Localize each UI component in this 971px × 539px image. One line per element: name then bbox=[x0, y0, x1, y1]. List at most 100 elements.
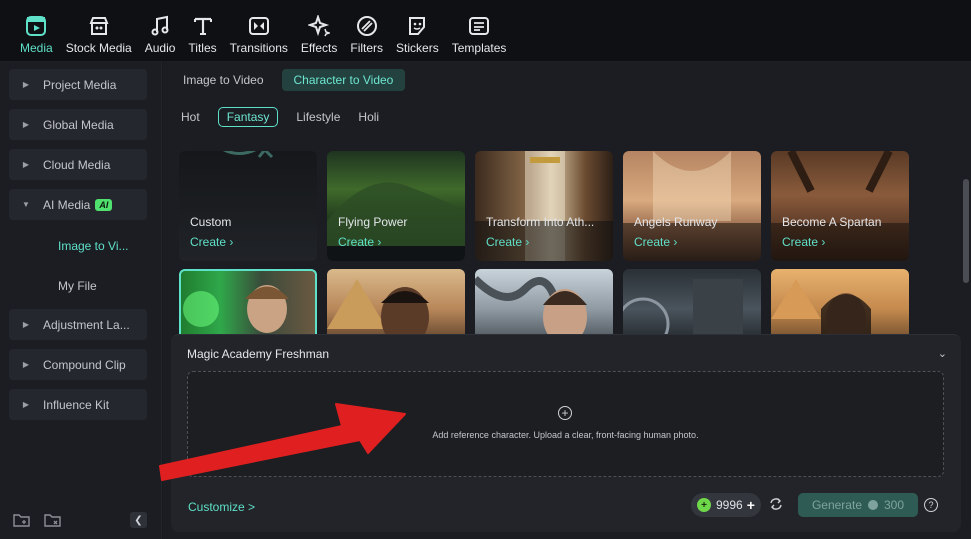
collapse-sidebar-button[interactable]: ❮ bbox=[130, 512, 147, 528]
sidebar-item-label: Influence Kit bbox=[43, 397, 110, 412]
toolbar-audio[interactable]: Audio bbox=[144, 0, 176, 55]
caret-right-icon: ▶ bbox=[22, 360, 30, 369]
generate-cost: 300 bbox=[884, 498, 905, 512]
upload-hint: Add reference character. Upload a clear,… bbox=[432, 430, 699, 440]
store-icon bbox=[89, 17, 109, 35]
sidebar-item-label: Global Media bbox=[43, 117, 114, 132]
caret-right-icon: ▶ bbox=[22, 120, 30, 129]
toolbar-label: Stock Media bbox=[65, 41, 132, 55]
sidebar: ▶ Project Media ▶ Global Media ▶ Cloud M… bbox=[0, 61, 162, 539]
tab-character-to-video[interactable]: Character to Video bbox=[281, 69, 406, 91]
card-title: Become A Spartan bbox=[782, 215, 882, 229]
card-create-link[interactable]: Create › bbox=[486, 235, 529, 249]
sidebar-item-label: Compound Clip bbox=[43, 357, 126, 372]
toolbar-titles[interactable]: Titles bbox=[188, 0, 217, 55]
toolbar-label: Media bbox=[20, 41, 53, 55]
toolbar-media[interactable]: Media bbox=[20, 0, 53, 55]
toolbar-label: Effects bbox=[300, 41, 338, 55]
card-create-link[interactable]: Create › bbox=[338, 235, 381, 249]
scrollbar-thumb[interactable] bbox=[963, 179, 969, 283]
sidebar-sub-image-to-video[interactable]: Image to Vi... bbox=[58, 239, 128, 253]
credits-value: 9996 bbox=[716, 498, 743, 512]
toolbar-effects[interactable]: Effects bbox=[301, 0, 337, 55]
sidebar-item-influence-kit[interactable]: ▶ Influence Kit bbox=[9, 389, 147, 420]
toolbar-label: Stickers bbox=[396, 41, 439, 55]
template-icon bbox=[469, 17, 490, 35]
chevron-down-icon[interactable]: ⌄ bbox=[938, 347, 947, 360]
toolbar-filters[interactable]: Filters bbox=[350, 0, 383, 55]
toolbar-label: Filters bbox=[350, 41, 384, 55]
refresh-icon[interactable] bbox=[769, 497, 783, 511]
sidebar-item-project-media[interactable]: ▶ Project Media bbox=[9, 69, 147, 100]
generate-button[interactable]: Generate 300 bbox=[798, 493, 918, 517]
sidebar-item-compound-clip[interactable]: ▶ Compound Clip bbox=[9, 349, 147, 380]
sidebar-footer bbox=[13, 512, 61, 527]
caret-down-icon: ▼ bbox=[22, 200, 30, 209]
tab-image-to-video[interactable]: Image to Video bbox=[171, 69, 276, 91]
card-create-link[interactable]: Create › bbox=[190, 235, 233, 249]
sidebar-item-label: Adjustment La... bbox=[43, 317, 130, 332]
card-thumbnail bbox=[222, 151, 274, 159]
customize-link[interactable]: Customize > bbox=[188, 500, 255, 514]
sidebar-item-label: Project Media bbox=[43, 77, 117, 92]
caret-right-icon: ▶ bbox=[22, 160, 30, 169]
card-title: Flying Power bbox=[338, 215, 408, 229]
filter-icon bbox=[356, 16, 377, 36]
card-title: Custom bbox=[190, 215, 232, 229]
card-create-link[interactable]: Create › bbox=[782, 235, 825, 249]
help-icon[interactable]: ? bbox=[924, 498, 938, 512]
toolbar-stickers[interactable]: Stickers bbox=[396, 0, 439, 55]
chip-fantasy[interactable]: Fantasy bbox=[217, 107, 279, 127]
sidebar-item-adjustment-layer[interactable]: ▶ Adjustment La... bbox=[9, 309, 147, 340]
chip-holi[interactable]: Holi bbox=[358, 110, 379, 124]
chip-hot[interactable]: Hot bbox=[181, 110, 200, 124]
toolbar-label: Transitions bbox=[229, 41, 288, 55]
sidebar-item-label: Cloud Media bbox=[43, 157, 111, 172]
sidebar-item-ai-media[interactable]: ▼ AI Media AI bbox=[9, 189, 147, 220]
tab-bar: Image to Video Character to Video bbox=[171, 69, 406, 91]
toolbar-stock-media[interactable]: Stock Media bbox=[66, 0, 132, 55]
template-card-custom[interactable]: Custom Create › bbox=[179, 151, 317, 261]
template-card-become-a-spartan[interactable]: Become A Spartan Create › bbox=[771, 151, 909, 261]
toolbar-label: Titles bbox=[188, 41, 217, 55]
toolbar-transitions[interactable]: Transitions bbox=[230, 0, 288, 55]
top-toolbar: Media Stock Media Audio Titles Transitio… bbox=[0, 0, 971, 61]
caret-right-icon: ▶ bbox=[22, 320, 30, 329]
template-card-transform-into-athena[interactable]: Transform Into Ath... Create › bbox=[475, 151, 613, 261]
credits-balance[interactable]: + 9996 + bbox=[691, 493, 761, 517]
ai-badge: AI bbox=[95, 198, 113, 211]
text-icon bbox=[193, 17, 212, 35]
sidebar-item-global-media[interactable]: ▶ Global Media bbox=[9, 109, 147, 140]
transition-icon bbox=[248, 17, 269, 35]
sidebar-sub-my-file[interactable]: My File bbox=[58, 279, 97, 293]
generate-label: Generate bbox=[811, 498, 862, 512]
add-circle-icon[interactable]: + bbox=[558, 406, 572, 420]
panel-title: Magic Academy Freshman bbox=[187, 347, 330, 361]
card-create-link[interactable]: Create › bbox=[634, 235, 677, 249]
media-icon bbox=[26, 16, 47, 36]
character-upload-panel: Magic Academy Freshman ⌄ + Add reference… bbox=[171, 334, 961, 532]
caret-right-icon: ▶ bbox=[22, 400, 30, 409]
folder-settings-icon[interactable] bbox=[44, 512, 61, 527]
template-card-angels-runway[interactable]: Angels Runway Create › bbox=[623, 151, 761, 261]
content-area: Image to Video Character to Video Hot Fa… bbox=[163, 61, 971, 539]
toolbar-templates[interactable]: Templates bbox=[451, 0, 507, 55]
template-card-flying-power[interactable]: Flying Power Create › bbox=[327, 151, 465, 261]
sidebar-item-cloud-media[interactable]: ▶ Cloud Media bbox=[9, 149, 147, 180]
caret-right-icon: ▶ bbox=[22, 80, 30, 89]
credit-coin-icon bbox=[868, 500, 878, 510]
toolbar-label: Templates bbox=[451, 41, 507, 55]
sparkle-icon bbox=[308, 15, 331, 37]
new-folder-icon[interactable] bbox=[13, 512, 30, 527]
card-title: Angels Runway bbox=[634, 215, 718, 229]
music-note-icon bbox=[151, 15, 169, 36]
add-credits-icon[interactable]: + bbox=[747, 497, 755, 513]
card-title: Transform Into Ath... bbox=[486, 215, 595, 229]
toolbar-label: Audio bbox=[144, 41, 176, 55]
sticker-icon bbox=[409, 17, 426, 35]
reference-upload-dropzone[interactable]: + Add reference character. Upload a clea… bbox=[187, 371, 944, 477]
credit-coin-icon: + bbox=[697, 498, 711, 512]
chip-lifestyle[interactable]: Lifestyle bbox=[296, 110, 340, 124]
chevron-left-icon: ❮ bbox=[134, 514, 143, 526]
category-chips: Hot Fantasy Lifestyle Holi bbox=[181, 107, 397, 127]
